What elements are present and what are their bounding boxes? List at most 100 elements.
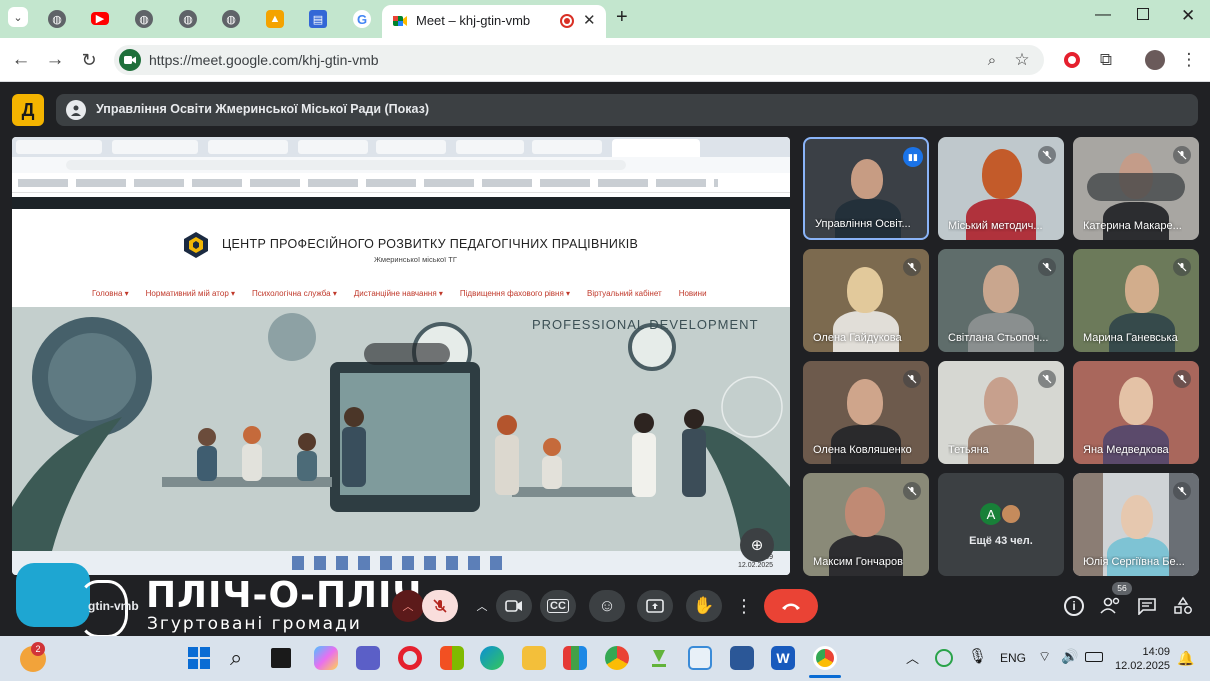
minimize-button[interactable]: —	[1095, 6, 1111, 24]
muted-mic-icon	[903, 370, 921, 388]
tab-forms-icon[interactable]: ▤	[309, 10, 327, 28]
more-vert-icon: ⋮	[735, 595, 753, 616]
tile-hover-controls[interactable]	[1087, 173, 1185, 201]
participant-tile[interactable]: Катерина Макаре...	[1073, 137, 1199, 240]
system-clock[interactable]: 14:09 12.02.2025	[1115, 645, 1170, 673]
sync-icon[interactable]	[935, 649, 953, 667]
participant-tile[interactable]: Олена Ковляшенко	[803, 361, 929, 464]
participant-tile[interactable]: Світлана Стьопоч...	[938, 249, 1064, 352]
site-nav-item[interactable]: Головна ▾	[92, 289, 129, 298]
site-nav-item[interactable]: Нормативний мій атор ▾	[146, 289, 235, 298]
zoom-in-button[interactable]: ⊕	[740, 528, 774, 562]
presenter-banner: Управління Освіти Жмеринської Міської Ра…	[56, 94, 1198, 126]
participant-name: Управління Освіт...	[815, 218, 911, 230]
volume-icon[interactable]: 🔊	[1061, 648, 1078, 665]
store-icon[interactable]	[440, 646, 464, 670]
participant-tile[interactable]: Тетьяна	[938, 361, 1064, 464]
participant-name: Тетьяна	[948, 444, 989, 456]
participant-name: Катерина Макаре...	[1083, 220, 1182, 232]
tab-globe-icon[interactable]: ◍	[222, 10, 240, 28]
wifi-icon[interactable]: ⌔	[1038, 648, 1051, 666]
more-options-button[interactable]: ⋮	[730, 590, 758, 622]
windows-start-icon[interactable]	[188, 647, 210, 669]
address-bar[interactable]: https://meet.google.com/khj-gtin-vmb ⌕ ☆	[114, 45, 1044, 75]
raise-hand-button[interactable]: ✋	[686, 590, 722, 622]
browser-menu-icon[interactable]: ⋮	[1177, 48, 1201, 72]
mic-options-button[interactable]: ︿	[392, 590, 424, 622]
chrome-active-icon[interactable]	[813, 646, 837, 670]
opera-taskbar-icon[interactable]	[398, 646, 422, 670]
snipping-tool-icon[interactable]	[688, 646, 712, 670]
end-call-button[interactable]	[764, 589, 818, 623]
mic-toggle-button[interactable]	[422, 590, 458, 622]
participant-tile[interactable]: Олена Гайдукова	[803, 249, 929, 352]
participant-tile[interactable]: Юлія Сергіївна Бе...	[1073, 473, 1199, 576]
bookmark-star-icon[interactable]: ☆	[1010, 48, 1034, 72]
close-tab-icon[interactable]: ✕	[583, 11, 596, 29]
meeting-info-icon[interactable]: i	[1064, 596, 1084, 616]
muted-mic-icon	[1173, 146, 1191, 164]
word-icon[interactable]: W	[771, 646, 795, 670]
tab-meet-active[interactable]: Meet – khj-gtin-vmb ✕	[382, 5, 606, 38]
camera-icon[interactable]	[119, 49, 141, 71]
site-nav-item[interactable]: Психологічна служба ▾	[252, 289, 337, 298]
download-icon[interactable]	[647, 646, 671, 670]
chat-button[interactable]	[1137, 597, 1157, 616]
zoom-icon[interactable]: ⌕	[980, 48, 1004, 72]
back-arrow-icon[interactable]: ←	[9, 48, 33, 72]
more-participants-tile[interactable]: A Ещё 43 чел.	[938, 473, 1064, 576]
calendar-icon[interactable]	[730, 646, 754, 670]
maximize-button[interactable]	[1137, 8, 1149, 20]
file-explorer-icon[interactable]	[522, 646, 546, 670]
search-icon[interactable]: ⌕	[230, 645, 242, 671]
participant-tile[interactable]: Міський методич...	[938, 137, 1064, 240]
battery-icon[interactable]	[1085, 652, 1103, 662]
reload-icon[interactable]: ↻	[77, 48, 101, 72]
present-screen-button[interactable]	[637, 590, 673, 622]
site-nav-item[interactable]: Дистанційне навчання ▾	[354, 289, 443, 298]
participant-tile[interactable]: ▮▮ Управління Освіт...	[803, 137, 929, 240]
tab-youtube-icon[interactable]: ▶	[91, 12, 109, 25]
camera-toggle-button[interactable]	[496, 590, 532, 622]
teams-icon[interactable]	[356, 646, 380, 670]
edge-icon[interactable]	[480, 646, 504, 670]
camera-options-button[interactable]: ︿	[466, 590, 498, 622]
site-nav-item[interactable]: Новини	[679, 289, 707, 298]
activities-button[interactable]	[1173, 596, 1193, 616]
clock-date: 12.02.2025	[1115, 660, 1171, 672]
site-nav-item[interactable]: Віртуальний кабінет	[587, 289, 662, 298]
tab-google-icon[interactable]: G	[353, 10, 371, 28]
tab-globe-icon[interactable]: ◍	[135, 10, 153, 28]
opera-icon[interactable]	[1060, 48, 1084, 72]
task-view-icon[interactable]	[271, 648, 291, 668]
muted-mic-icon	[1173, 258, 1191, 276]
live-icon[interactable]	[563, 646, 587, 670]
chrome-icon[interactable]	[605, 646, 629, 670]
tab-bell-icon[interactable]: ▲	[266, 10, 284, 28]
shared-tab-strip	[12, 137, 790, 157]
chevron-up-icon[interactable]: ︿	[906, 648, 919, 667]
people-button[interactable]	[1100, 596, 1122, 616]
new-tab-button[interactable]: +	[616, 6, 628, 29]
forward-arrow-icon[interactable]: →	[43, 48, 67, 72]
notification-badge: 2	[31, 642, 45, 656]
reactions-button[interactable]: ☺	[589, 590, 625, 622]
participant-tile[interactable]: Максим Гончаров	[803, 473, 929, 576]
captions-button[interactable]: CC	[540, 590, 576, 622]
participant-tile[interactable]: Марина Ганевська	[1073, 249, 1199, 352]
tab-search-icon[interactable]: ⌄	[8, 7, 28, 27]
shared-screen[interactable]: ЦЕНТР ПРОФЕСІЙНОГО РОЗВИТКУ ПЕДАГОГІЧНИХ…	[12, 137, 790, 575]
tile-hover-controls[interactable]	[364, 343, 450, 365]
microphone-icon[interactable]: 🎙	[968, 647, 987, 665]
present-icon	[646, 599, 664, 613]
extensions-icon[interactable]: ⧉	[1094, 48, 1118, 72]
notifications-bell-icon[interactable]: 🔔	[1177, 650, 1194, 667]
language-indicator[interactable]: ENG	[1000, 651, 1026, 665]
copilot-icon[interactable]	[314, 646, 338, 670]
close-window-button[interactable]: ✕	[1181, 6, 1195, 26]
participant-tile[interactable]: Яна Медведкова	[1073, 361, 1199, 464]
tab-globe-icon[interactable]: ◍	[48, 10, 66, 28]
tab-globe-icon[interactable]: ◍	[179, 10, 197, 28]
profile-avatar[interactable]	[1143, 48, 1167, 72]
site-nav-item[interactable]: Підвищення фахового рівня ▾	[460, 289, 570, 298]
